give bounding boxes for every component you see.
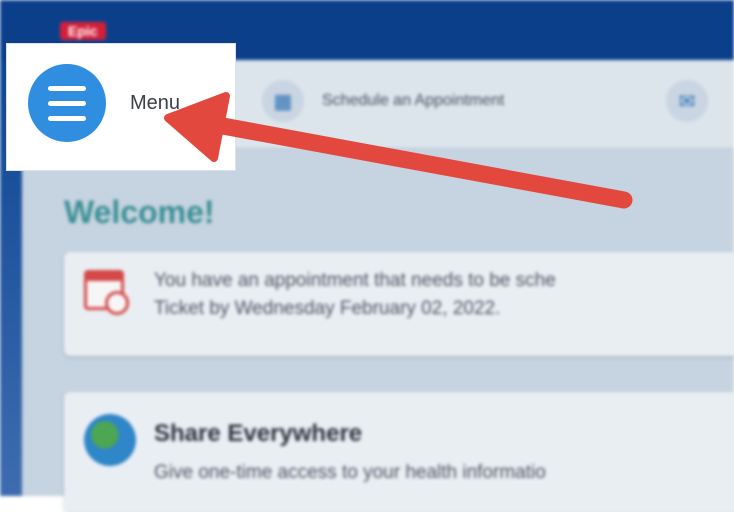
epic-logo: Epic (60, 22, 106, 40)
share-everywhere-text: Give one-time access to your health info… (154, 462, 546, 483)
messages-button[interactable]: ✉ (666, 78, 708, 124)
share-everywhere-title: Share Everywhere (154, 420, 363, 447)
menu-button[interactable] (28, 64, 106, 142)
appointment-text-line1: You have an appointment that needs to be… (154, 270, 556, 291)
appointment-notification-card[interactable]: You have an appointment that needs to be… (64, 252, 734, 356)
calendar-icon: ▦ (262, 80, 304, 122)
globe-icon (84, 414, 136, 466)
schedule-appointment-label: Schedule an Appointment (322, 92, 505, 109)
menu-label[interactable]: Menu (130, 92, 180, 115)
calendar-alert-icon (84, 270, 129, 315)
hamburger-icon (48, 86, 86, 91)
envelope-icon: ✉ (666, 80, 708, 122)
appointment-text-line2: Ticket by Wednesday February 02, 2022. (154, 298, 501, 319)
share-everywhere-card[interactable]: Share Everywhere Give one-time access to… (64, 392, 734, 512)
schedule-appointment-button[interactable]: ▦ Schedule an Appointment (262, 78, 504, 124)
welcome-heading: Welcome! (64, 194, 215, 230)
hamburger-icon-middle (48, 101, 86, 106)
hamburger-icon-bottom (48, 116, 86, 121)
